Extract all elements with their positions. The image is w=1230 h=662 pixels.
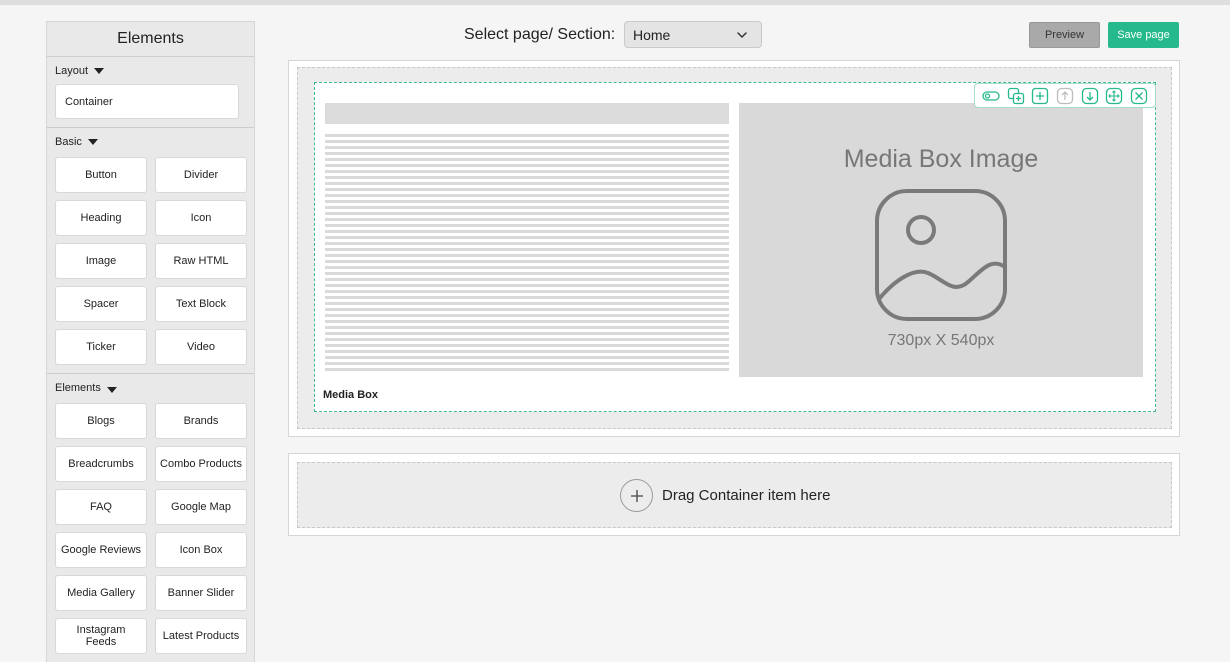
element-icon[interactable]: Icon xyxy=(155,200,247,236)
preview-button[interactable]: Preview xyxy=(1029,22,1100,48)
add-icon[interactable] xyxy=(1031,87,1049,105)
heading-placeholder xyxy=(325,103,729,124)
duplicate-icon[interactable] xyxy=(1007,87,1025,105)
element-divider[interactable]: Divider xyxy=(155,157,247,193)
basic-elements-grid: Button Divider Heading Icon Image Raw HT… xyxy=(47,157,254,365)
element-breadcrumbs[interactable]: Breadcrumbs xyxy=(55,446,147,482)
text-lines-placeholder xyxy=(325,134,729,374)
page-select-value: Home xyxy=(633,26,671,43)
element-toolbar xyxy=(974,83,1156,108)
toggle-icon[interactable] xyxy=(982,87,1000,105)
text-placeholder xyxy=(325,103,729,375)
element-google-reviews[interactable]: Google Reviews xyxy=(55,532,147,568)
save-page-button[interactable]: Save page xyxy=(1108,22,1179,48)
element-video[interactable]: Video xyxy=(155,329,247,365)
group-elements-toggle[interactable]: Elements xyxy=(47,375,254,401)
element-google-map[interactable]: Google Map xyxy=(155,489,247,525)
element-icon-box[interactable]: Icon Box xyxy=(155,532,247,568)
element-combo-products[interactable]: Combo Products xyxy=(155,446,247,482)
section-2: Drag Container item here xyxy=(288,453,1180,536)
element-ticker[interactable]: Ticker xyxy=(55,329,147,365)
dropzone-text: Drag Container item here xyxy=(662,487,831,504)
element-instagram-feeds[interactable]: Instagram Feeds xyxy=(55,618,147,654)
caret-down-icon xyxy=(87,139,98,145)
divider xyxy=(47,127,254,128)
page-select-label: Select page/ Section: xyxy=(464,26,616,43)
element-text-block[interactable]: Text Block xyxy=(155,286,247,322)
section-1-inner: Media Box Image 730px X 540px Media Box xyxy=(297,67,1172,429)
media-dimensions: 730px X 540px xyxy=(887,332,995,349)
caret-down-icon xyxy=(94,68,105,74)
element-banner-slider[interactable]: Banner Slider xyxy=(155,575,247,611)
media-box-container[interactable]: Media Box Image 730px X 540px Media Box xyxy=(314,82,1156,412)
close-icon[interactable] xyxy=(1130,87,1148,105)
element-button[interactable]: Button xyxy=(55,157,147,193)
move-up-icon[interactable] xyxy=(1056,87,1074,105)
drag-move-icon[interactable] xyxy=(1105,87,1123,105)
media-title: Media Box Image xyxy=(843,145,1039,173)
media-image-placeholder[interactable]: Media Box Image 730px X 540px xyxy=(739,103,1143,377)
element-image[interactable]: Image xyxy=(55,243,147,279)
element-container[interactable]: Container xyxy=(55,84,239,119)
section-1: Media Box Image 730px X 540px Media Box xyxy=(288,60,1180,437)
group-elements-label: Elements xyxy=(55,382,101,394)
image-icon xyxy=(875,189,1007,321)
group-basic-toggle[interactable]: Basic xyxy=(47,129,254,155)
group-basic-label: Basic xyxy=(55,136,82,148)
element-heading[interactable]: Heading xyxy=(55,200,147,236)
top-bar xyxy=(0,0,1230,5)
add-container-button[interactable] xyxy=(620,479,653,512)
group-layout-label: Layout xyxy=(55,65,89,77)
element-raw-html[interactable]: Raw HTML xyxy=(155,243,247,279)
elements-grid: Blogs Brands Breadcrumbs Combo Products … xyxy=(47,403,254,654)
element-brands[interactable]: Brands xyxy=(155,403,247,439)
chevron-down-icon xyxy=(737,32,747,38)
elements-sidebar: Elements Layout Container Basic Button D… xyxy=(46,21,255,662)
caret-down-icon xyxy=(106,387,117,393)
element-media-gallery[interactable]: Media Gallery xyxy=(55,575,147,611)
element-latest-products[interactable]: Latest Products xyxy=(155,618,247,654)
element-faq[interactable]: FAQ xyxy=(55,489,147,525)
media-box-label: Media Box xyxy=(323,389,379,401)
element-spacer[interactable]: Spacer xyxy=(55,286,147,322)
element-blogs[interactable]: Blogs xyxy=(55,403,147,439)
group-layout-toggle[interactable]: Layout xyxy=(47,58,254,84)
move-down-icon[interactable] xyxy=(1081,87,1099,105)
container-dropzone[interactable]: Drag Container item here xyxy=(297,462,1172,528)
divider xyxy=(47,373,254,374)
plus-icon xyxy=(630,489,643,502)
sidebar-title: Elements xyxy=(47,22,254,57)
page-select[interactable]: Home xyxy=(624,21,762,48)
